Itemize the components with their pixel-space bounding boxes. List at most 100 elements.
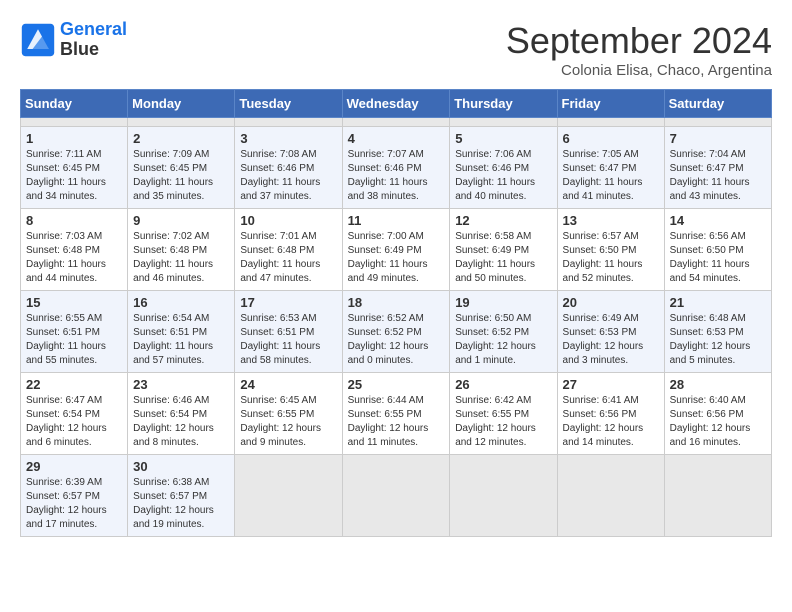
calendar-cell: 27 Sunrise: 6:41 AM Sunset: 6:56 PM Dayli… xyxy=(557,373,664,455)
calendar-cell xyxy=(557,118,664,127)
day-number: 9 xyxy=(133,213,229,228)
day-number: 8 xyxy=(26,213,122,228)
calendar-cell xyxy=(450,118,557,127)
calendar-cell: 17 Sunrise: 6:53 AM Sunset: 6:51 PM Dayli… xyxy=(235,291,342,373)
day-number: 29 xyxy=(26,459,122,474)
calendar-cell: 25 Sunrise: 6:44 AM Sunset: 6:55 PM Dayli… xyxy=(342,373,450,455)
calendar-cell xyxy=(664,118,771,127)
calendar-cell: 29 Sunrise: 6:39 AM Sunset: 6:57 PM Dayli… xyxy=(21,455,128,537)
day-info: Sunrise: 6:55 AM Sunset: 6:51 PM Dayligh… xyxy=(26,312,122,368)
day-info: Sunrise: 7:07 AM Sunset: 6:46 PM Dayligh… xyxy=(348,148,445,204)
day-number: 11 xyxy=(348,213,445,228)
calendar-cell xyxy=(235,455,342,537)
calendar-cell xyxy=(450,455,557,537)
calendar-header-row: SundayMondayTuesdayWednesdayThursdayFrid… xyxy=(21,90,772,118)
day-info: Sunrise: 6:41 AM Sunset: 6:56 PM Dayligh… xyxy=(563,394,659,450)
calendar-cell: 20Sunrise: 6:49 AM Sunset: 6:53 PM Dayli… xyxy=(557,291,664,373)
weekday-header: Friday xyxy=(557,90,664,118)
day-number: 21 xyxy=(670,295,766,310)
day-number: 15 xyxy=(26,295,122,310)
day-info: Sunrise: 6:45 AM Sunset: 6:55 PM Dayligh… xyxy=(240,394,336,450)
calendar-cell: 16Sunrise: 6:54 AM Sunset: 6:51 PM Dayli… xyxy=(128,291,235,373)
day-info: Sunrise: 7:02 AM Sunset: 6:48 PM Dayligh… xyxy=(133,230,229,286)
calendar-cell: 11 Sunrise: 7:00 AM Sunset: 6:49 PM Dayli… xyxy=(342,209,450,291)
day-number: 16 xyxy=(133,295,229,310)
calendar-cell: 13 Sunrise: 6:57 AM Sunset: 6:50 PM Dayli… xyxy=(557,209,664,291)
day-number: 17 xyxy=(240,295,336,310)
day-number: 7 xyxy=(670,131,766,146)
calendar-cell: 9 Sunrise: 7:02 AM Sunset: 6:48 PM Daylig… xyxy=(128,209,235,291)
calendar-cell xyxy=(21,118,128,127)
day-info: Sunrise: 6:58 AM Sunset: 6:49 PM Dayligh… xyxy=(455,230,551,286)
calendar-cell: 7 Sunrise: 7:04 AM Sunset: 6:47 PM Daylig… xyxy=(664,127,771,209)
calendar-cell: 4 Sunrise: 7:07 AM Sunset: 6:46 PM Daylig… xyxy=(342,127,450,209)
day-number: 19 xyxy=(455,295,551,310)
calendar-cell: 1 Sunrise: 7:11 AM Sunset: 6:45 PM Daylig… xyxy=(21,127,128,209)
day-number: 27 xyxy=(563,377,659,392)
calendar-cell: 6Sunrise: 7:05 AM Sunset: 6:47 PM Daylig… xyxy=(557,127,664,209)
day-info: Sunrise: 6:39 AM Sunset: 6:57 PM Dayligh… xyxy=(26,476,122,532)
day-info: Sunrise: 7:06 AM Sunset: 6:46 PM Dayligh… xyxy=(455,148,551,204)
logo: General Blue xyxy=(20,20,127,60)
calendar-cell xyxy=(342,455,450,537)
calendar-cell: 22Sunrise: 6:47 AM Sunset: 6:54 PM Dayli… xyxy=(21,373,128,455)
calendar-cell: 19Sunrise: 6:50 AM Sunset: 6:52 PM Dayli… xyxy=(450,291,557,373)
day-number: 5 xyxy=(455,131,551,146)
weekday-header: Wednesday xyxy=(342,90,450,118)
calendar-cell: 3 Sunrise: 7:08 AM Sunset: 6:46 PM Daylig… xyxy=(235,127,342,209)
calendar-cell xyxy=(342,118,450,127)
calendar-cell: 24 Sunrise: 6:45 AM Sunset: 6:55 PM Dayli… xyxy=(235,373,342,455)
calendar-cell: 15 Sunrise: 6:55 AM Sunset: 6:51 PM Dayli… xyxy=(21,291,128,373)
day-number: 22 xyxy=(26,377,122,392)
day-info: Sunrise: 7:04 AM Sunset: 6:47 PM Dayligh… xyxy=(670,148,766,204)
day-info: Sunrise: 7:00 AM Sunset: 6:49 PM Dayligh… xyxy=(348,230,445,286)
day-info: Sunrise: 6:40 AM Sunset: 6:56 PM Dayligh… xyxy=(670,394,766,450)
day-info: Sunrise: 6:44 AM Sunset: 6:55 PM Dayligh… xyxy=(348,394,445,450)
day-info: Sunrise: 7:05 AM Sunset: 6:47 PM Dayligh… xyxy=(563,148,659,204)
day-number: 20 xyxy=(563,295,659,310)
weekday-header: Monday xyxy=(128,90,235,118)
calendar-cell: 18 Sunrise: 6:52 AM Sunset: 6:52 PM Dayli… xyxy=(342,291,450,373)
day-number: 1 xyxy=(26,131,122,146)
day-number: 3 xyxy=(240,131,336,146)
day-info: Sunrise: 7:09 AM Sunset: 6:45 PM Dayligh… xyxy=(133,148,229,204)
day-number: 13 xyxy=(563,213,659,228)
day-info: Sunrise: 6:57 AM Sunset: 6:50 PM Dayligh… xyxy=(563,230,659,286)
calendar-cell: 12 Sunrise: 6:58 AM Sunset: 6:49 PM Dayli… xyxy=(450,209,557,291)
calendar-cell: 8 Sunrise: 7:03 AM Sunset: 6:48 PM Daylig… xyxy=(21,209,128,291)
day-info: Sunrise: 6:48 AM Sunset: 6:53 PM Dayligh… xyxy=(670,312,766,368)
calendar-cell: 28 Sunrise: 6:40 AM Sunset: 6:56 PM Dayli… xyxy=(664,373,771,455)
weekday-header: Tuesday xyxy=(235,90,342,118)
calendar-cell xyxy=(664,455,771,537)
day-number: 28 xyxy=(670,377,766,392)
day-info: Sunrise: 7:11 AM Sunset: 6:45 PM Dayligh… xyxy=(26,148,122,204)
day-number: 30 xyxy=(133,459,229,474)
month-title: September 2024 xyxy=(506,20,772,62)
day-number: 14 xyxy=(670,213,766,228)
day-number: 25 xyxy=(348,377,445,392)
day-number: 26 xyxy=(455,377,551,392)
day-number: 18 xyxy=(348,295,445,310)
day-number: 12 xyxy=(455,213,551,228)
day-info: Sunrise: 6:38 AM Sunset: 6:57 PM Dayligh… xyxy=(133,476,229,532)
weekday-header: Sunday xyxy=(21,90,128,118)
day-info: Sunrise: 7:08 AM Sunset: 6:46 PM Dayligh… xyxy=(240,148,336,204)
day-info: Sunrise: 7:01 AM Sunset: 6:48 PM Dayligh… xyxy=(240,230,336,286)
calendar-cell: 5 Sunrise: 7:06 AM Sunset: 6:46 PM Daylig… xyxy=(450,127,557,209)
calendar-table: SundayMondayTuesdayWednesdayThursdayFrid… xyxy=(20,89,772,537)
weekday-header: Thursday xyxy=(450,90,557,118)
calendar-cell: 26 Sunrise: 6:42 AM Sunset: 6:55 PM Dayli… xyxy=(450,373,557,455)
day-number: 4 xyxy=(348,131,445,146)
day-info: Sunrise: 6:42 AM Sunset: 6:55 PM Dayligh… xyxy=(455,394,551,450)
day-number: 24 xyxy=(240,377,336,392)
day-number: 10 xyxy=(240,213,336,228)
calendar-cell: 23Sunrise: 6:46 AM Sunset: 6:54 PM Dayli… xyxy=(128,373,235,455)
day-info: Sunrise: 7:03 AM Sunset: 6:48 PM Dayligh… xyxy=(26,230,122,286)
logo-text: General Blue xyxy=(60,20,127,60)
calendar-cell xyxy=(235,118,342,127)
day-info: Sunrise: 6:52 AM Sunset: 6:52 PM Dayligh… xyxy=(348,312,445,368)
calendar-cell: 14Sunrise: 6:56 AM Sunset: 6:50 PM Dayli… xyxy=(664,209,771,291)
page-header: General Blue September 2024 Colonia Elis… xyxy=(20,20,772,79)
day-info: Sunrise: 6:53 AM Sunset: 6:51 PM Dayligh… xyxy=(240,312,336,368)
calendar-cell: 21 Sunrise: 6:48 AM Sunset: 6:53 PM Dayli… xyxy=(664,291,771,373)
